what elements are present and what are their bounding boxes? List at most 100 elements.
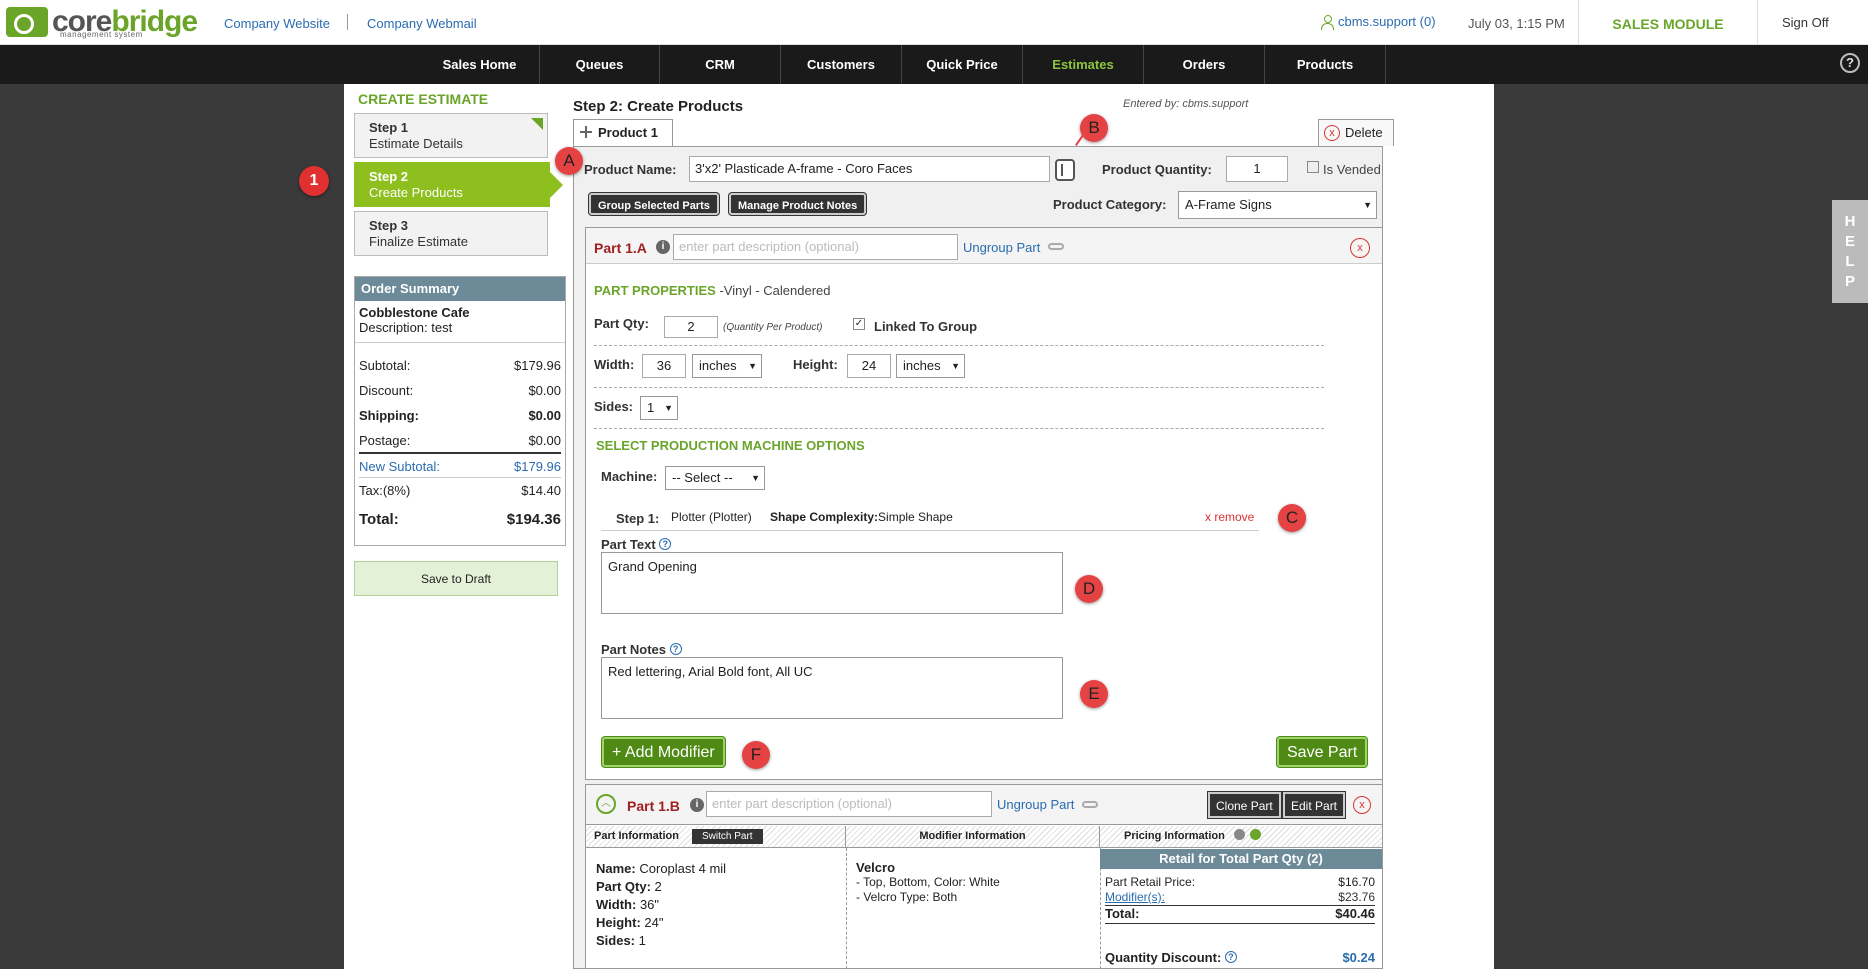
customer-name: Cobblestone Cafe [359,305,470,320]
annotation-badge-1: 1 [299,166,329,196]
part-text-label: Part Text ? [601,537,672,552]
move-icon[interactable] [580,126,592,138]
part-text-textarea[interactable]: Grand Opening [601,552,1063,614]
top-bar: corebridge management system Company Web… [0,0,1868,45]
width-input[interactable]: 36 [642,354,686,378]
complete-flag-icon [531,118,543,130]
step-1-button[interactable]: Step 1 Estimate Details [354,113,548,158]
manage-product-notes-button[interactable]: Manage Product Notes [729,193,867,215]
height-input[interactable]: 24 [847,354,891,378]
nav-quick-price[interactable]: Quick Price [902,45,1023,84]
part-info-list: Name: Coroplast 4 mil Part Qty: 2 Width:… [596,861,727,948]
machine-select[interactable]: -- Select -- [665,466,765,490]
nav-queues[interactable]: Queues [540,45,660,84]
delete-product-button[interactable]: x Delete [1318,119,1394,146]
height-unit-select[interactable]: inches [896,354,965,378]
nav-crm[interactable]: CRM [660,45,781,84]
info-icon[interactable]: i [656,240,670,254]
tab-product-1[interactable]: Product 1 [573,119,673,146]
order-description: Description: test [359,320,453,335]
product-category-label: Product Category: [1053,197,1167,212]
sales-module-label[interactable]: SALES MODULE [1578,0,1758,45]
help-icon[interactable]: ? [659,538,672,550]
callout-c: C [1278,504,1306,532]
machine-label: Machine: [601,469,658,484]
part-qty-note: (Quantity Per Product) [723,322,823,333]
callout-a: A [555,147,583,175]
save-part-button[interactable]: Save Part [1277,737,1368,767]
part-qty-input[interactable]: 2 [664,316,718,338]
product-name-input[interactable]: 3'x2' Plasticade A-frame - Coro Faces [689,156,1050,182]
product-quantity-input[interactable]: 1 [1226,156,1288,182]
callout-b: B [1080,114,1108,142]
entered-by: Entered by: cbms.support [1123,98,1249,110]
nav-estimates[interactable]: Estimates [1023,45,1144,84]
part-qty-label: Part Qty: [594,316,649,331]
step-3-button[interactable]: Step 3 Finalize Estimate [354,211,548,256]
divider [347,14,348,30]
sides-select[interactable]: 1 [640,396,678,420]
order-summary-title: Order Summary [355,277,565,301]
new-subtotal-row: New Subtotal: $179.96 [359,459,561,474]
help-icon[interactable]: ? [1224,951,1237,963]
linked-to-group-checkbox[interactable]: ✓ [853,318,865,330]
remove-part-icon[interactable]: x [1350,238,1370,258]
page-title: Step 2: Create Products [573,98,744,115]
part-notes-label: Part Notes ? [601,642,682,657]
total-row: Total: $194.36 [359,511,561,528]
part-description-input[interactable]: enter part description (optional) [673,234,958,260]
help-icon[interactable]: ? [669,643,682,655]
help-question-icon[interactable]: ? [1840,53,1860,73]
user-link[interactable]: cbms.support (0) [1320,14,1436,30]
height-label: Height: [793,357,838,372]
add-modifier-button[interactable]: + Add Modifier [602,737,725,767]
part-1b-description-input[interactable]: enter part description (optional) [706,791,992,817]
prev-arrow-icon[interactable] [1233,829,1245,840]
remove-part-icon[interactable]: x [1353,796,1371,814]
main-nav: Sales Home Queues CRM Customers Quick Pr… [0,45,1868,84]
step-2-button[interactable]: Step 2 Create Products [354,162,563,207]
postage-row: Postage: $0.00 [359,433,561,448]
linked-to-group-label: Linked To Group [874,319,978,334]
company-website-link[interactable]: Company Website [224,16,330,31]
group-selected-parts-button[interactable]: Group Selected Parts [589,193,719,215]
nav-customers[interactable]: Customers [781,45,902,84]
ungroup-part-link[interactable]: Ungroup Part [997,797,1074,812]
width-unit-select[interactable]: inches [692,354,762,378]
nav-orders[interactable]: Orders [1144,45,1265,84]
user-icon [1320,14,1334,30]
pricing-information-header: Pricing Information [1100,826,1382,848]
info-icon[interactable]: i [690,798,704,812]
collapse-icon[interactable]: ︿ [596,794,616,814]
is-vended-checkbox[interactable] [1307,161,1319,173]
switch-part-button[interactable]: Switch Part [692,829,763,844]
edit-part-button[interactable]: Edit Part [1283,792,1346,818]
link-icon [1048,243,1064,250]
clone-part-button[interactable]: Clone Part [1208,792,1281,818]
is-vended-label: Is Vended [1323,162,1381,177]
remove-step-link[interactable]: x remove [1205,510,1254,524]
width-label: Width: [594,357,635,372]
ungroup-part-link[interactable]: Ungroup Part [963,240,1040,255]
machine-options-title: SELECT PRODUCTION MACHINE OPTIONS [596,438,865,453]
modifier-info: Velcro - Top, Bottom, Color: White - Vel… [856,860,1000,904]
help-side-tab[interactable]: HELP [1832,200,1868,303]
product-name-label: Product Name: [584,162,677,177]
shape-complexity: Shape Complexity:Simple Shape [770,510,953,524]
corebridge-logo[interactable]: corebridge management system [6,4,198,40]
step1-value: Plotter (Plotter) [671,510,752,524]
save-to-draft-button[interactable]: Save to Draft [354,561,558,596]
close-icon: x [1324,125,1340,141]
product-lookup-icon[interactable] [1055,159,1075,181]
sign-off-link[interactable]: Sign Off [1782,15,1829,30]
link-icon [1082,801,1098,808]
next-arrow-icon[interactable] [1249,829,1261,840]
part-information-header: Part Information Switch Part [586,826,846,848]
nav-sales-home[interactable]: Sales Home [420,45,540,84]
callout-f: F [742,741,770,769]
order-summary: Order Summary Cobblestone Cafe Descripti… [354,276,566,546]
company-webmail-link[interactable]: Company Webmail [367,16,477,31]
part-notes-textarea[interactable]: Red lettering, Arial Bold font, All UC [601,657,1063,719]
nav-products[interactable]: Products [1265,45,1386,84]
product-category-select[interactable]: A-Frame Signs [1178,191,1377,219]
